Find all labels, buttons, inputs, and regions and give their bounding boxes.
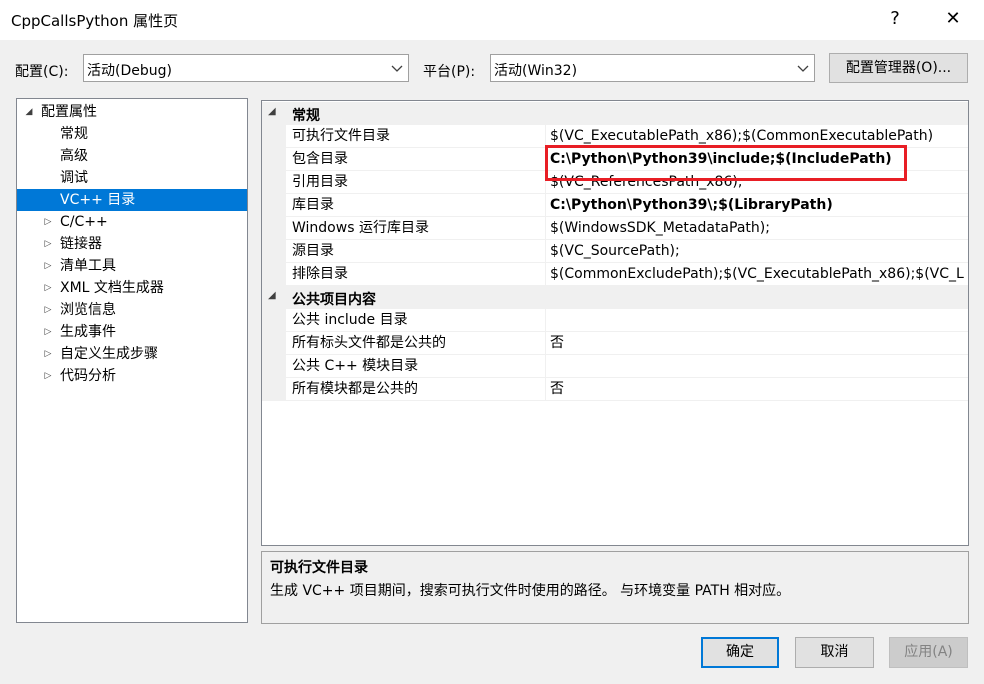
apply-button[interactable]: 应用(A) — [889, 637, 968, 668]
tree-item-label: 自定义生成步骤 — [60, 346, 158, 362]
tree-item-custom-build-step[interactable]: ▷ 自定义生成步骤 — [17, 343, 247, 365]
tree-item-label: VC++ 目录 — [60, 192, 136, 208]
tree-item-vc-directories[interactable]: VC++ 目录 — [17, 189, 247, 211]
grid-row-name: 所有模块都是公共的 — [286, 378, 546, 401]
grid-row-name: 可执行文件目录 — [286, 125, 546, 148]
description-text: 生成 VC++ 项目期间，搜索可执行文件时使用的路径。 与环境变量 PATH 相… — [270, 583, 791, 599]
ok-button[interactable]: 确定 — [701, 637, 779, 668]
expand-icon[interactable]: ▷ — [42, 343, 54, 365]
grid-row-name: 排除目录 — [286, 263, 546, 286]
grid-row-exclude-dirs[interactable]: 排除目录 $(CommonExcludePath);$(VC_Executabl… — [262, 263, 968, 286]
grid-category-general[interactable]: ◢ 常规 — [262, 102, 968, 125]
grid-row-executable-dirs[interactable]: 可执行文件目录 $(VC_ExecutablePath_x86);$(Commo… — [262, 125, 968, 148]
grid-row-public-include-dirs[interactable]: 公共 include 目录 — [262, 309, 968, 332]
grid-row-library-dirs[interactable]: 库目录 C:\Python\Python39\;$(LibraryPath) — [262, 194, 968, 217]
tree-item-debugging[interactable]: 调试 — [17, 167, 247, 189]
tree-item-xml-doc-generator[interactable]: ▷ XML 文档生成器 — [17, 277, 247, 299]
config-dropdown-value: 活动(Debug) — [87, 63, 172, 79]
config-dropdown[interactable]: 活动(Debug) — [83, 54, 409, 82]
tree-item-label: 常规 — [60, 126, 88, 142]
cancel-button[interactable]: 取消 — [795, 637, 874, 668]
grid-row-name: 所有标头文件都是公共的 — [286, 332, 546, 355]
tree-item-advanced[interactable]: 高级 — [17, 145, 247, 167]
grid-row-all-modules-public[interactable]: 所有模块都是公共的 否 — [262, 378, 968, 401]
config-manager-button[interactable]: 配置管理器(O)... — [829, 53, 968, 83]
tree-item-code-analysis[interactable]: ▷ 代码分析 — [17, 365, 247, 387]
grid-row-value[interactable]: $(VC_SourcePath); — [546, 240, 968, 263]
title-bar: CppCallsPython 属性页 ? ✕ — [0, 0, 984, 40]
grid-row-value[interactable] — [546, 309, 968, 332]
platform-dropdown[interactable]: 活动(Win32) — [490, 54, 815, 82]
tree-item-label: 生成事件 — [60, 324, 116, 340]
window-title: CppCallsPython 属性页 — [11, 12, 179, 30]
description-panel: 可执行文件目录 生成 VC++ 项目期间，搜索可执行文件时使用的路径。 与环境变… — [261, 551, 969, 624]
grid-row-value[interactable]: 否 — [546, 332, 968, 355]
grid-row-name: 公共 C++ 模块目录 — [286, 355, 546, 378]
grid-row-name: 公共 include 目录 — [286, 309, 546, 332]
tree-item-label: 配置属性 — [41, 104, 97, 120]
collapse-icon[interactable]: ◢ — [268, 106, 276, 117]
grid-row-name: 库目录 — [286, 194, 546, 217]
tree-item-label: C/C++ — [60, 214, 108, 230]
tree-item-browse-info[interactable]: ▷ 浏览信息 — [17, 299, 247, 321]
tree-item-label: 浏览信息 — [60, 302, 116, 318]
close-button[interactable]: ✕ — [930, 0, 976, 38]
tree-item-label: 调试 — [60, 170, 88, 186]
tree-item-manifest-tool[interactable]: ▷ 清单工具 — [17, 255, 247, 277]
platform-dropdown-value: 活动(Win32) — [494, 63, 578, 79]
config-label: 配置(C): — [15, 64, 69, 80]
grid-row-value[interactable]: C:\Python\Python39\;$(LibraryPath) — [546, 194, 968, 217]
grid-row-name: 引用目录 — [286, 171, 546, 194]
grid-category-label: 公共项目内容 — [292, 292, 376, 308]
grid-row-value[interactable]: C:\Python\Python39\include;$(IncludePath… — [546, 148, 968, 171]
tree-item-label: 链接器 — [60, 236, 102, 252]
grid-row-name: 源目录 — [286, 240, 546, 263]
expand-icon[interactable]: ▷ — [42, 299, 54, 321]
collapse-icon[interactable]: ◢ — [268, 290, 276, 301]
grid-row-value[interactable]: $(WindowsSDK_MetadataPath); — [546, 217, 968, 240]
grid-row-public-cpp-module-dirs[interactable]: 公共 C++ 模块目录 — [262, 355, 968, 378]
chevron-down-icon — [391, 65, 403, 72]
property-tree: ◢ 配置属性 常规 高级 调试 VC++ 目录 ▷ C/C++ ▷ 链接器 ▷ … — [16, 98, 248, 623]
tree-item-label: 清单工具 — [60, 258, 116, 274]
grid-row-source-dirs[interactable]: 源目录 $(VC_SourcePath); — [262, 240, 968, 263]
tree-item-c-cpp[interactable]: ▷ C/C++ — [17, 211, 247, 233]
grid-row-name: 包含目录 — [286, 148, 546, 171]
expand-icon[interactable]: ▷ — [42, 321, 54, 343]
grid-row-windows-runtime-dirs[interactable]: Windows 运行库目录 $(WindowsSDK_MetadataPath)… — [262, 217, 968, 240]
tree-item-label: XML 文档生成器 — [60, 280, 164, 296]
grid-row-value[interactable]: $(CommonExcludePath);$(VC_ExecutablePath… — [546, 263, 968, 286]
property-grid: ◢ 常规 可执行文件目录 $(VC_ExecutablePath_x86);$(… — [261, 100, 969, 546]
tree-item-general[interactable]: 常规 — [17, 123, 247, 145]
expand-icon[interactable]: ▷ — [42, 211, 54, 233]
grid-row-all-headers-public[interactable]: 所有标头文件都是公共的 否 — [262, 332, 968, 355]
expand-icon[interactable]: ▷ — [42, 233, 54, 255]
chevron-down-icon — [797, 65, 809, 72]
grid-category-public-project-content[interactable]: ◢ 公共项目内容 — [262, 286, 968, 309]
grid-row-value[interactable]: 否 — [546, 378, 968, 401]
expand-icon[interactable]: ▷ — [42, 255, 54, 277]
platform-label: 平台(P): — [423, 64, 476, 80]
grid-row-value[interactable]: $(VC_ReferencesPath_x86); — [546, 171, 968, 194]
help-button[interactable]: ? — [872, 0, 918, 38]
grid-row-name: Windows 运行库目录 — [286, 217, 546, 240]
description-title: 可执行文件目录 — [270, 560, 368, 576]
collapse-icon[interactable]: ◢ — [23, 101, 35, 123]
grid-row-reference-dirs[interactable]: 引用目录 $(VC_ReferencesPath_x86); — [262, 171, 968, 194]
grid-category-label: 常规 — [292, 108, 320, 124]
grid-row-value[interactable]: $(VC_ExecutablePath_x86);$(CommonExecuta… — [546, 125, 968, 148]
expand-icon[interactable]: ▷ — [42, 277, 54, 299]
grid-row-value[interactable] — [546, 355, 968, 378]
expand-icon[interactable]: ▷ — [42, 365, 54, 387]
tree-item-config-properties[interactable]: ◢ 配置属性 — [17, 101, 247, 123]
tree-item-label: 高级 — [60, 148, 88, 164]
tree-item-linker[interactable]: ▷ 链接器 — [17, 233, 247, 255]
tree-item-build-events[interactable]: ▷ 生成事件 — [17, 321, 247, 343]
grid-row-include-dirs[interactable]: 包含目录 C:\Python\Python39\include;$(Includ… — [262, 148, 968, 171]
tree-item-label: 代码分析 — [60, 368, 116, 384]
